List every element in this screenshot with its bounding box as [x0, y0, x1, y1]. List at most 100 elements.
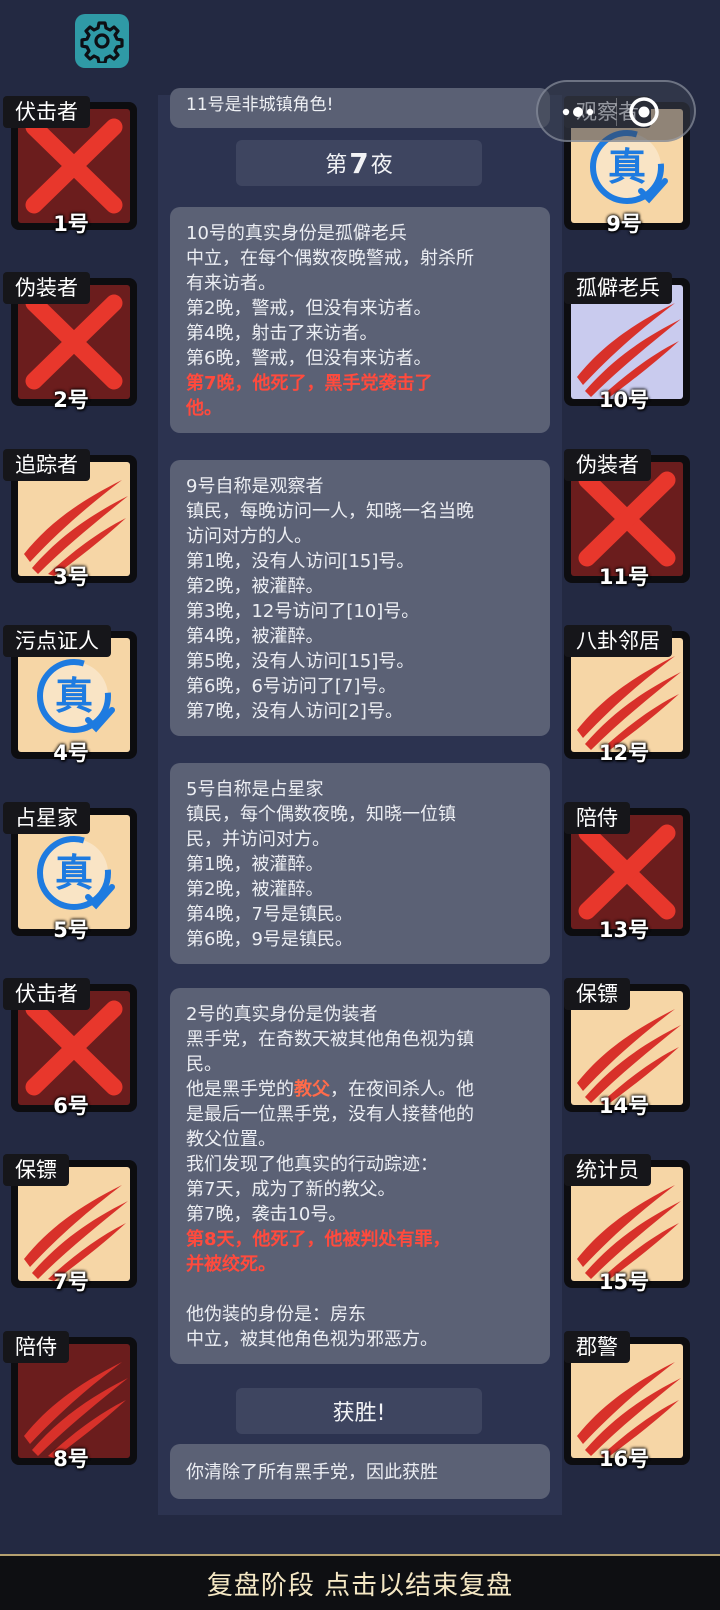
msg-line: 第2晚，被灌醉。 [186, 879, 324, 900]
msg-line: 第6晚，警戒，但没有来访者。 [186, 348, 432, 369]
player-card-16号[interactable]: 郡警 16号 [556, 1331, 692, 1471]
player-number: 10号 [598, 388, 650, 412]
msg-line: 9号自称是观察者 [186, 476, 324, 497]
msg-line-godfather: 他是黑手党的教父，在夜间杀人。他 [186, 1077, 534, 1102]
player-card-11号[interactable]: 伪装者 11号 [556, 449, 692, 589]
end-review-label: 复盘阶段 点击以结束复盘 [206, 1570, 514, 1601]
msg-line: 第4晚，射击了来访者。 [186, 323, 378, 344]
role-name-tag: 追踪者 [3, 449, 90, 481]
player-number: 8号 [53, 1447, 89, 1471]
victory-header: 获胜! [236, 1388, 482, 1434]
msg-death-line: 第8天，他死了，他被判处有罪， [186, 1229, 451, 1250]
player-number: 3号 [53, 565, 89, 589]
player-card-8号[interactable]: 陪侍 8号 [3, 1331, 139, 1471]
msg-line: 是最后一位黑手党，没有人接替他的 [186, 1104, 474, 1125]
role-name-tag: 八卦邻居 [564, 625, 672, 657]
player-number: 12号 [598, 741, 650, 765]
victory-header-text: 获胜! [332, 1401, 386, 1426]
role-name-tag: 伪装者 [3, 272, 90, 304]
msg-line: 黑手党，在奇数天被其他角色视为镇 [186, 1029, 474, 1050]
log-message-lookout: 9号自称是观察者 镇民，每晚访问一人，知晓一名当晚 访问对方的人。 第1晚，没有… [170, 460, 550, 736]
player-number: 7号 [53, 1270, 89, 1294]
role-name-tag: 占星家 [3, 802, 90, 834]
end-review-bar[interactable]: 复盘阶段 点击以结束复盘 [0, 1554, 720, 1610]
msg-line: 他伪装的身份是：房东 [186, 1304, 366, 1325]
msg-line: 访问对方的人。 [186, 526, 312, 547]
player-number: 2号 [53, 388, 89, 412]
player-number: 15号 [598, 1270, 650, 1294]
msg-line: 第1晚，没有人访问[15]号。 [186, 551, 415, 572]
player-card-1号[interactable]: 伏击者 1号 [3, 96, 139, 236]
msg-text: ，在夜间杀人。他 [330, 1079, 474, 1100]
capsule-divider [616, 98, 617, 126]
log-message-astrologer: 5号自称是占星家 镇民，每个偶数夜晚，知晓一位镇 民，并访问对方。 第1晚，被灌… [170, 763, 550, 964]
msg-line: 第7晚，袭击10号。 [186, 1204, 347, 1225]
role-name-tag: 孤僻老兵 [564, 272, 672, 304]
player-number: 1号 [53, 212, 89, 236]
msg-line: 5号自称是占星家 [186, 779, 324, 800]
msg-line: 10号的真实身份是孤僻老兵 [186, 223, 407, 244]
msg-line: 教父位置。 [186, 1129, 276, 1150]
player-card-3号[interactable]: 追踪者 3号 [3, 449, 139, 589]
msg-line: 第4晚，7号是镇民。 [186, 904, 353, 925]
msg-line: 有来访者。 [186, 273, 276, 294]
player-card-10号[interactable]: 孤僻老兵 10号 [556, 272, 692, 412]
msg-line: 中立，在每个偶数夜晚警戒，射杀所 [186, 248, 474, 269]
log-message-disguiser: 2号的真实身份是伪装者 黑手党，在奇数天被其他角色视为镇 民。 他是黑手党的教父… [170, 988, 550, 1364]
player-card-5号[interactable]: 真 占星家 5号 [3, 802, 139, 942]
verified-badge-text: 真 [55, 851, 93, 895]
role-name-tag: 伏击者 [3, 96, 90, 128]
player-number: 4号 [53, 741, 89, 765]
msg-line: 第5晚，没有人访问[15]号。 [186, 651, 415, 672]
gear-icon [80, 21, 124, 63]
player-card-6号[interactable]: 伏击者 6号 [3, 978, 139, 1118]
log-message-victory: 你清除了所有黑手党，因此获胜 [170, 1444, 550, 1499]
player-number: 5号 [53, 918, 89, 942]
night-number: 7 [349, 146, 369, 180]
player-card-2号[interactable]: 伪装者 2号 [3, 272, 139, 412]
more-dots-icon[interactable] [556, 98, 616, 126]
role-name-tag: 保镖 [3, 1154, 69, 1186]
player-card-12号[interactable]: 八卦邻居 12号 [556, 625, 692, 765]
msg-line: 民。 [186, 1054, 222, 1075]
msg-line: 2号的真实身份是伪装者 [186, 1004, 378, 1025]
verified-badge-text: 真 [55, 674, 93, 718]
log-message-text: 11号是非城镇角色! [186, 95, 334, 115]
player-card-7号[interactable]: 保镖 7号 [3, 1154, 139, 1294]
role-name-tag: 污点证人 [3, 625, 111, 657]
msg-line: 民，并访问对方。 [186, 829, 330, 850]
player-card-15号[interactable]: 统计员 15号 [556, 1154, 692, 1294]
msg-death-line: 并被绞死。 [186, 1254, 276, 1275]
msg-line: 第6晚，6号访问了[7]号。 [186, 676, 397, 697]
player-number: 14号 [598, 1094, 650, 1118]
log-message-veteran: 10号的真实身份是孤僻老兵 中立，在每个偶数夜晚警戒，射杀所 有来访者。 第2晚… [170, 207, 550, 433]
role-name-tag: 伪装者 [564, 449, 651, 481]
settings-button[interactable] [75, 14, 129, 68]
player-number: 13号 [598, 918, 650, 942]
role-name-tag: 陪侍 [3, 1331, 69, 1363]
player-card-14号[interactable]: 保镖 14号 [556, 978, 692, 1118]
msg-death-line: 他。 [186, 398, 222, 419]
msg-line: 第7晚，没有人访问[2]号。 [186, 701, 403, 722]
close-circle-icon[interactable] [624, 94, 664, 130]
msg-spacer [186, 1277, 534, 1302]
log-message-partial: 11号是非城镇角色! [170, 88, 550, 128]
msg-line: 第2晚，警戒，但没有来访者。 [186, 298, 432, 319]
role-name-tag: 统计员 [564, 1154, 651, 1186]
msg-line: 第7天，成为了新的教父。 [186, 1179, 396, 1200]
capsule-menu [536, 80, 696, 142]
msg-line: 第2晚，被灌醉。 [186, 576, 324, 597]
role-name-tag: 保镖 [564, 978, 630, 1010]
role-name-tag: 陪侍 [564, 802, 630, 834]
role-name-tag: 郡警 [564, 1331, 630, 1363]
verified-badge-text: 真 [608, 145, 646, 189]
msg-line: 你清除了所有黑手党，因此获胜 [186, 1462, 438, 1483]
msg-line: 第4晚，被灌醉。 [186, 626, 324, 647]
player-number: 11号 [598, 565, 650, 589]
msg-line: 第3晚，12号访问了[10]号。 [186, 601, 420, 622]
player-card-13号[interactable]: 陪侍 13号 [556, 802, 692, 942]
msg-line: 第6晚，9号是镇民。 [186, 929, 353, 950]
role-name-tag: 伏击者 [3, 978, 90, 1010]
night-prefix: 第 [325, 153, 348, 178]
player-card-4号[interactable]: 真 污点证人 4号 [3, 625, 139, 765]
